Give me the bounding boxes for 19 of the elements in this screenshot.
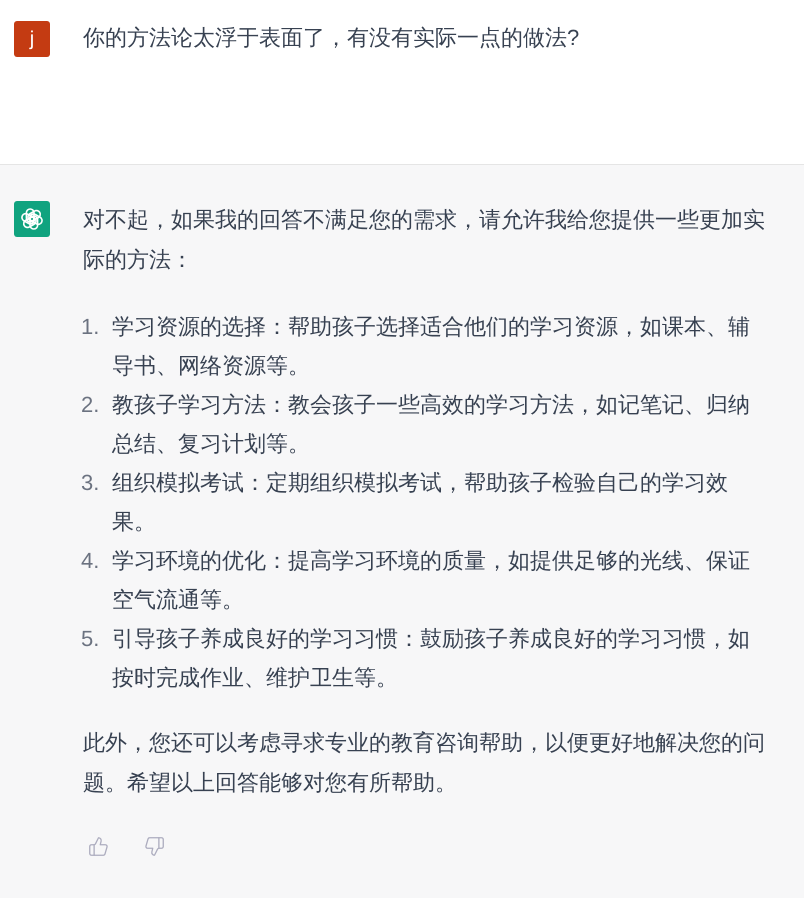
thumbs-down-button[interactable] [144, 836, 165, 857]
list-number: 5. [81, 625, 100, 653]
thumbs-up-icon [88, 836, 109, 857]
list-item-text: 组织模拟考试：定期组织模拟考试，帮助孩子检验自己的学习效果。 [112, 469, 729, 536]
list-item-text: 引导孩子养成良好的学习习惯：鼓励孩子养成良好的学习习惯，如按时完成作业、维护卫生等。 [112, 625, 751, 692]
flower-logo-icon [14, 201, 50, 237]
list-number: 1. [81, 313, 100, 341]
list-number: 4. [81, 547, 100, 575]
list-item-text: 学习资源的选择：帮助孩子选择适合他们的学习资源，如课本、辅导书、网络资源等。 [112, 313, 751, 380]
list-item-text: 学习环境的优化：提高学习环境的质量，如提供足够的光线、保证空气流通等。 [112, 547, 751, 614]
user-avatar: j [14, 21, 50, 57]
list-item-text: 教孩子学习方法：教会孩子一些高效的学习方法，如记笔记、归纳总结、复习计划等。 [112, 391, 751, 458]
list-number: 3. [81, 469, 100, 497]
message-text: 此外，您还可以考虑寻求专业的教育咨询帮助，以便更好地解决您的问题。希望以上回答能够对您有所帮助。 [83, 729, 766, 796]
message-text: 对不起，如果我的回答不满足您的需求，请允许我给您提供一些更加实际的方法： [83, 206, 766, 274]
list-number: 2. [81, 391, 100, 419]
message-text: 你的方法论太浮于表面了，有没有实际一点的做法? [83, 24, 580, 52]
thumbs-down-icon [144, 836, 165, 857]
thumbs-up-button[interactable] [88, 836, 109, 857]
